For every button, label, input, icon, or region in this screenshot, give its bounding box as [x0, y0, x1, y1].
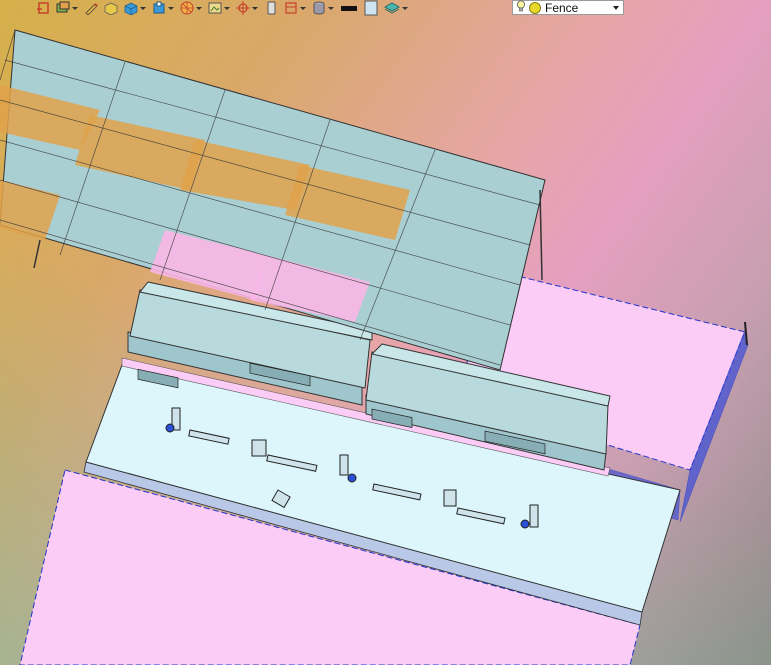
section-wheel-icon[interactable]: [180, 0, 202, 16]
display-state-select[interactable]: Fence: [512, 0, 624, 15]
3d-viewport[interactable]: Fence: [0, 0, 771, 665]
chevron-down-icon: [613, 5, 619, 10]
chevron-down-icon: [196, 6, 202, 10]
state-dot-icon: [529, 1, 541, 14]
chevron-down-icon: [252, 6, 258, 10]
cube-icon[interactable]: [124, 0, 146, 16]
lightbulb-icon: [516, 0, 526, 15]
phone-icon[interactable]: [264, 0, 278, 16]
display-state-value: Fence: [545, 0, 579, 15]
chevron-down-icon: [72, 6, 78, 10]
move-target-icon[interactable]: [236, 0, 258, 16]
chevron-down-icon: [140, 6, 146, 10]
chevron-down-icon: [402, 6, 408, 10]
frame-icon[interactable]: [284, 0, 306, 16]
material-icon[interactable]: [384, 0, 408, 16]
exit-sketch-icon[interactable]: [36, 0, 50, 16]
chevron-down-icon: [168, 6, 174, 10]
image-view-icon[interactable]: [208, 0, 230, 16]
component-icon[interactable]: [152, 0, 174, 16]
page-icon[interactable]: [364, 0, 378, 16]
pencil-icon[interactable]: [84, 0, 98, 16]
cylinder-icon[interactable]: [312, 0, 334, 16]
chevron-down-icon: [328, 6, 334, 10]
station-model-scene: [0, 29, 749, 665]
chevron-down-icon: [224, 6, 230, 10]
chevron-down-icon: [300, 6, 306, 10]
line-color-icon[interactable]: [340, 0, 358, 16]
box-icon[interactable]: [104, 0, 118, 16]
layers-icon[interactable]: [56, 0, 78, 16]
